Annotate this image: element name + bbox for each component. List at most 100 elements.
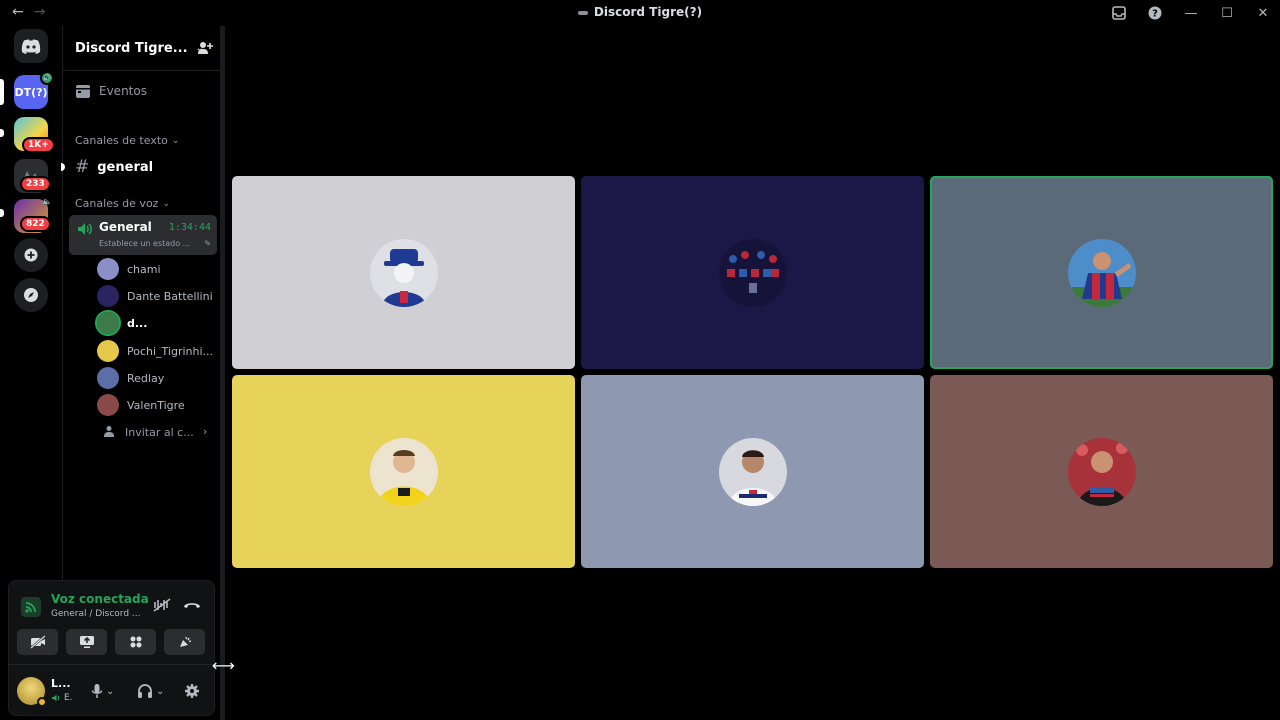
server-4[interactable]: 822 🔈 <box>14 197 52 233</box>
avatar <box>97 285 119 307</box>
inbox-icon[interactable] <box>1110 4 1128 22</box>
microphone-button[interactable]: ⌄ <box>91 683 114 699</box>
server-2[interactable]: 1K+ <box>14 117 55 153</box>
title-bar: ← → Discord Tigre(?) ? — ☐ ✕ <box>0 0 1280 26</box>
headphones-button[interactable]: ⌄ <box>137 683 164 699</box>
participant-tile[interactable] <box>581 375 924 568</box>
server-header[interactable]: Discord Tigre... ⌄ <box>63 34 221 62</box>
help-icon[interactable]: ? <box>1146 4 1164 22</box>
voice-member[interactable]: Pochi_Tigrinhi... <box>97 340 213 362</box>
soundboard-icon <box>179 636 191 647</box>
set-status-prompt[interactable]: Establece un estado ... <box>99 239 190 248</box>
invite-label: Invitar al c... <box>125 426 194 439</box>
member-name: ValenTigre <box>127 398 185 412</box>
voice-connected-subtitle[interactable]: General / Discord ... <box>51 609 141 619</box>
close-icon[interactable]: ✕ <box>1254 4 1272 22</box>
explore-servers-button[interactable] <box>14 278 48 312</box>
settings-button[interactable] <box>184 683 200 699</box>
camera-off-button[interactable] <box>17 629 58 655</box>
server-name: Discord Tigre... <box>75 40 188 56</box>
gear-icon <box>185 684 199 698</box>
selected-server-pill <box>0 79 4 105</box>
window-title-text: Discord Tigre(?) <box>593 5 703 19</box>
avatar <box>97 340 119 362</box>
text-channels-category[interactable]: Canales de texto ⌄ <box>75 134 179 147</box>
participant-avatar <box>369 238 438 307</box>
voice-member[interactable]: Dante Battellini <box>97 285 213 307</box>
participant-tile[interactable] <box>232 375 575 568</box>
channel-general[interactable]: # general <box>75 157 153 177</box>
mention-badge: 233 <box>20 176 51 192</box>
user-avatar[interactable] <box>17 677 47 707</box>
disconnect-icon[interactable] <box>181 597 203 613</box>
category-label: Canales de voz <box>75 197 159 210</box>
signal-icon[interactable] <box>21 597 41 621</box>
voice-member[interactable]: ValenTigre <box>97 394 185 416</box>
participant-tile[interactable] <box>930 375 1273 568</box>
voice-member[interactable]: Redlay <box>97 367 164 389</box>
activities-button[interactable] <box>115 629 156 655</box>
voice-channels-category[interactable]: Canales de voz ⌄ <box>75 197 170 210</box>
compass-icon <box>24 288 38 302</box>
participant-avatar <box>718 238 787 307</box>
member-name: Redlay <box>127 371 165 385</box>
voice-connected-panel: Voz conectada General / Discord ... <box>8 580 215 664</box>
voice-stage <box>225 26 1280 720</box>
headphones-icon <box>138 684 152 698</box>
speaker-icon: 🔊 <box>40 71 54 85</box>
minimize-icon[interactable]: — <box>1182 4 1200 22</box>
voice-channel-name: General <box>99 220 152 234</box>
voice-channel-general[interactable]: General 1:34:44 Establece un estado ... … <box>69 215 217 255</box>
voice-member[interactable]: chami <box>97 258 161 280</box>
share-screen-button[interactable] <box>66 629 107 655</box>
plus-icon <box>24 248 38 262</box>
add-server-button[interactable] <box>14 238 48 272</box>
participant-avatar <box>369 437 438 506</box>
events-item[interactable]: Eventos <box>75 83 147 99</box>
server-3[interactable]: 233 <box>14 159 51 193</box>
person-icon <box>103 425 115 440</box>
participant-tile[interactable] <box>232 176 575 369</box>
soundboard-button[interactable] <box>164 629 205 655</box>
header-divider <box>63 70 221 71</box>
noise-suppression-icon[interactable] <box>151 597 173 613</box>
speaker-icon <box>52 694 60 702</box>
user-status-text: E. <box>64 693 73 703</box>
unread-pill <box>0 209 4 217</box>
avatar <box>97 394 119 416</box>
member-name: Pochi_Tigrinhi... <box>127 344 214 358</box>
svg-text:?: ? <box>1152 9 1158 20</box>
voice-action-buttons <box>17 629 207 655</box>
unread-pill <box>0 129 4 137</box>
microphone-icon <box>91 684 103 698</box>
chevron-down-icon[interactable]: ⌄ <box>156 686 164 697</box>
participant-avatar <box>1067 238 1136 307</box>
category-label: Canales de texto <box>75 134 168 147</box>
events-label: Eventos <box>99 84 147 98</box>
invite-to-channel[interactable]: Invitar al c... › <box>103 425 207 440</box>
camera-off-icon <box>29 635 46 649</box>
chevron-down-icon[interactable]: ⌄ <box>106 686 114 697</box>
maximize-icon[interactable]: ☐ <box>1218 4 1236 22</box>
user-panel: L... E. ⌄ ⌄ <box>8 664 215 716</box>
hash-icon: # <box>75 157 90 177</box>
voice-member-speaking[interactable]: d... <box>95 310 147 336</box>
member-name: chami <box>127 262 161 276</box>
user-status: E. <box>51 693 73 703</box>
participant-avatar <box>1067 437 1136 506</box>
participant-tile[interactable] <box>581 176 924 369</box>
chevron-right-icon: › <box>203 425 208 438</box>
chevron-down-icon: ⌄ <box>171 135 180 146</box>
mention-badge: 822 <box>20 216 51 232</box>
invite-people-icon[interactable] <box>197 40 213 60</box>
channel-name: general <box>97 159 154 175</box>
screen-share-icon <box>79 636 94 648</box>
pencil-icon[interactable]: ✎ <box>204 239 211 248</box>
voice-timer: 1:34:44 <box>168 222 211 233</box>
voice-connected-title[interactable]: Voz conectada <box>51 592 149 606</box>
discord-home-button[interactable] <box>14 29 48 63</box>
activities-icon <box>130 636 141 648</box>
participant-tile-speaking[interactable] <box>930 176 1273 369</box>
server-discord-tigre[interactable]: DT(?) 🔊 <box>14 71 54 109</box>
user-name[interactable]: L... <box>51 677 71 690</box>
